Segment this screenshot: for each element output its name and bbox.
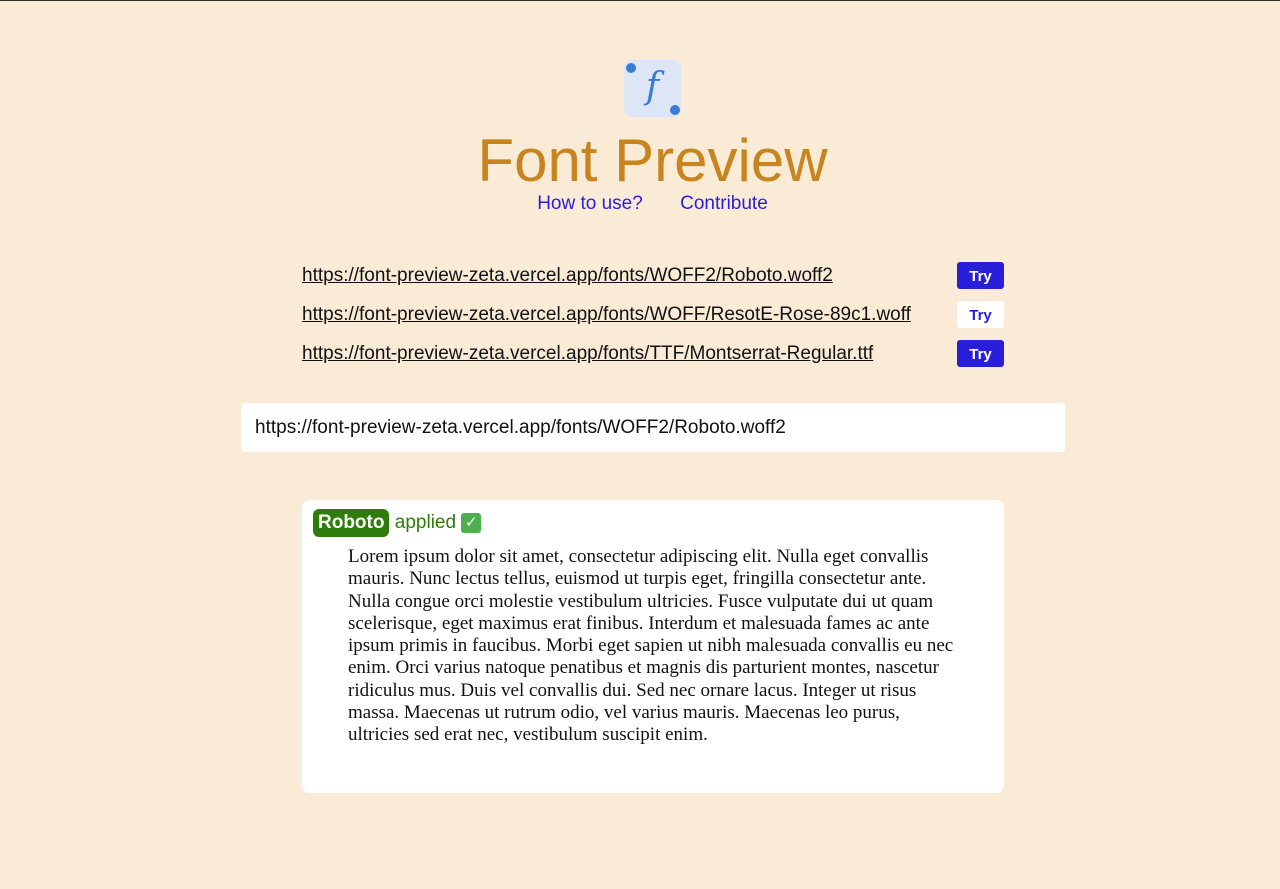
font-example-row: https://font-preview-zeta.vercel.app/fon… xyxy=(302,262,1004,289)
how-to-use-link[interactable]: How to use? xyxy=(537,193,643,214)
font-example-row: https://font-preview-zeta.vercel.app/fon… xyxy=(302,301,1004,328)
font-url-link[interactable]: https://font-preview-zeta.vercel.app/fon… xyxy=(302,340,873,367)
page-title: Font Preview xyxy=(477,127,828,194)
font-url-link[interactable]: https://font-preview-zeta.vercel.app/fon… xyxy=(302,301,911,328)
font-example-row: https://font-preview-zeta.vercel.app/fon… xyxy=(302,340,1004,367)
font-url-input[interactable] xyxy=(241,403,1065,452)
font-url-link[interactable]: https://font-preview-zeta.vercel.app/fon… xyxy=(302,262,833,289)
logo-handle-dot xyxy=(670,105,680,115)
contribute-link[interactable]: Contribute xyxy=(680,193,768,214)
app-logo: f xyxy=(624,60,681,117)
try-button[interactable]: Try xyxy=(957,340,1004,367)
sample-text: Lorem ipsum dolor sit amet, consectetur … xyxy=(348,546,954,746)
font-preview-card: Roboto applied ✓ Lorem ipsum dolor sit a… xyxy=(302,500,1004,793)
font-status: Roboto applied ✓ xyxy=(313,509,482,537)
check-mark-icon: ✓ xyxy=(461,513,482,533)
top-nav: How to use? Contribute xyxy=(0,192,1280,216)
try-button[interactable]: Try xyxy=(957,262,1004,289)
font-name-badge: Roboto xyxy=(313,509,390,537)
font-glyph-icon: f xyxy=(645,66,660,107)
try-button[interactable]: Try xyxy=(957,301,1004,328)
status-text: applied xyxy=(394,512,457,533)
